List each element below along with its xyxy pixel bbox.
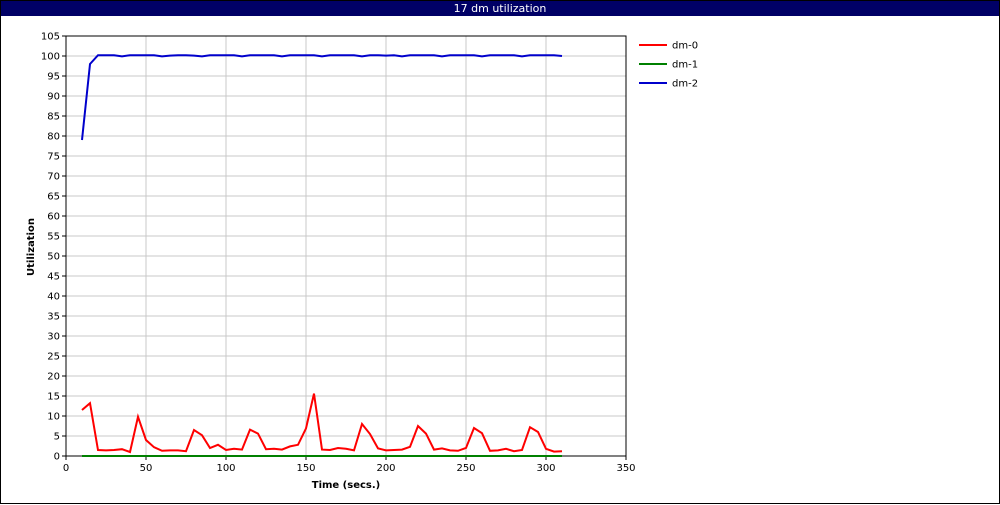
legend-item-dm-0: dm-0 xyxy=(639,41,698,52)
y-tick-label: 45 xyxy=(47,272,60,283)
y-tick-label: 85 xyxy=(47,112,60,123)
x-tick-label: 50 xyxy=(140,463,153,474)
x-axis-label: Time (secs.) xyxy=(312,480,381,491)
y-tick-label: 20 xyxy=(47,372,60,383)
x-tick-label: 200 xyxy=(376,463,395,474)
y-tick-label: 105 xyxy=(41,32,60,43)
y-tick-label: 10 xyxy=(47,412,60,423)
y-tick-label: 75 xyxy=(47,152,60,163)
grid xyxy=(66,36,626,456)
y-tick-label: 60 xyxy=(47,212,60,223)
legend-label: dm-2 xyxy=(672,79,698,90)
y-tick-label: 50 xyxy=(47,252,60,263)
x-tick-label: 150 xyxy=(296,463,315,474)
legend-item-dm-2: dm-2 xyxy=(639,79,698,90)
x-tick-label: 350 xyxy=(616,463,635,474)
x-tick-label: 0 xyxy=(63,463,69,474)
y-tick-label: 55 xyxy=(47,232,60,243)
y-tick-label: 95 xyxy=(47,72,60,83)
legend-label: dm-0 xyxy=(672,41,698,52)
y-tick-label: 15 xyxy=(47,392,60,403)
legend-item-dm-1: dm-1 xyxy=(639,60,698,71)
y-axis-ticks: 0 5 10 15 20 25 30 35 40 45 50 55 60 65 70 75 80 85 90 95 10… xyxy=(41,32,66,463)
x-axis-ticks: 0 50 100 150 200 250 300 350 xyxy=(63,456,636,474)
plot-area xyxy=(66,36,626,456)
x-tick-label: 100 xyxy=(216,463,235,474)
chart-window: 17 dm utilization 050100150200250300350 … xyxy=(0,0,1000,504)
legend: dm-0 dm-1 dm-2 xyxy=(639,41,698,90)
y-tick-label: 5 xyxy=(54,432,60,443)
x-tick-label: 250 xyxy=(456,463,475,474)
y-tick-label: 25 xyxy=(47,352,60,363)
x-tick-label: 300 xyxy=(536,463,555,474)
chart: 0 50 100 150 200 250 300 350 0 5 10 15 20 25 30 35 40 45… xyxy=(1,1,1000,505)
y-tick-label: 90 xyxy=(47,92,60,103)
legend-label: dm-1 xyxy=(672,60,698,71)
y-axis-label: Utilization xyxy=(26,218,37,276)
y-tick-label: 80 xyxy=(47,132,60,143)
y-tick-label: 70 xyxy=(47,172,60,183)
y-tick-label: 40 xyxy=(47,292,60,303)
y-tick-label: 0 xyxy=(54,452,60,463)
y-tick-label: 35 xyxy=(47,312,60,323)
y-tick-label: 30 xyxy=(47,332,60,343)
y-tick-label: 65 xyxy=(47,192,60,203)
y-tick-label: 100 xyxy=(41,52,60,63)
